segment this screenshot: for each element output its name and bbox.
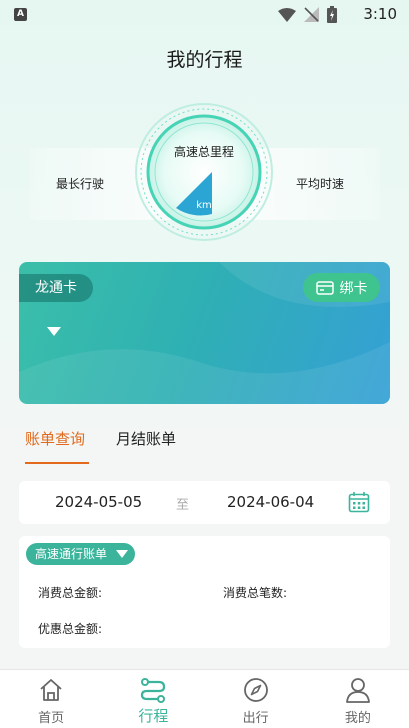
- page-title: 我的行程: [166, 49, 243, 71]
- tab-bill-query[interactable]: 账单查询: [25, 428, 85, 449]
- user-icon: [345, 678, 370, 703]
- wifi-icon: [278, 7, 296, 22]
- nav-item-travel[interactable]: 出行: [205, 670, 307, 728]
- tab-monthly-bill[interactable]: 月结账单: [116, 428, 176, 449]
- etc-card[interactable]: 龙通卡 绑卡: [19, 262, 390, 404]
- calendar-icon[interactable]: [348, 491, 370, 513]
- active-tab-underline: [25, 462, 89, 464]
- total-count-label: 消费总笔数:: [223, 586, 288, 600]
- nav-label-travel: 出行: [242, 711, 269, 726]
- nav-label-home: 首页: [38, 711, 65, 726]
- route-icon: [141, 678, 166, 703]
- bind-card-button[interactable]: 绑卡: [303, 273, 380, 302]
- card-icon: [315, 280, 334, 295]
- status-icons: [278, 6, 337, 23]
- nav-label-trips: 行程: [138, 707, 169, 725]
- average-speed-label: 平均时速: [296, 177, 345, 191]
- nav-item-trips[interactable]: 行程: [102, 670, 204, 728]
- compass-icon: [243, 678, 268, 702]
- notification-badge: A: [14, 8, 27, 21]
- discount-amount-label: 优惠总金额:: [38, 622, 103, 636]
- bill-tabs: 账单查询 月结账单: [25, 428, 385, 466]
- battery-icon: [327, 6, 337, 23]
- bill-type-label: 高速通行账单: [35, 547, 108, 561]
- longest-drive-label: 最长行驶: [56, 177, 105, 191]
- status-bar: A 3:10: [0, 0, 409, 30]
- bottom-nav: 首页 行程 出行 我的: [0, 669, 409, 728]
- mileage-gauge: [135, 103, 273, 241]
- bind-card-label: 绑卡: [339, 280, 368, 297]
- end-date[interactable]: 2024-06-04: [227, 493, 314, 511]
- status-time: 3:10: [363, 5, 397, 23]
- date-separator: 至: [176, 498, 190, 513]
- nav-item-home[interactable]: 首页: [0, 670, 102, 728]
- date-range-picker[interactable]: 2024-05-05 至 2024-06-04: [19, 481, 390, 524]
- bill-summary: 高速通行账单 消费总金额: 消费总笔数: 优惠总金额:: [19, 536, 390, 648]
- gauge-title: 高速总里程: [173, 145, 234, 159]
- total-amount-label: 消费总金额:: [38, 586, 103, 600]
- home-icon: [40, 679, 62, 701]
- no-signal-icon: [304, 7, 319, 22]
- nav-item-profile[interactable]: 我的: [307, 670, 409, 728]
- card-dropdown-icon[interactable]: [47, 327, 61, 336]
- caret-down-icon: [116, 550, 129, 558]
- bill-type-selector[interactable]: 高速通行账单: [26, 543, 136, 565]
- gauge-unit: km: [196, 200, 212, 211]
- nav-label-profile: 我的: [344, 711, 371, 726]
- start-date[interactable]: 2024-05-05: [55, 493, 142, 511]
- card-name: 龙通卡: [19, 274, 93, 302]
